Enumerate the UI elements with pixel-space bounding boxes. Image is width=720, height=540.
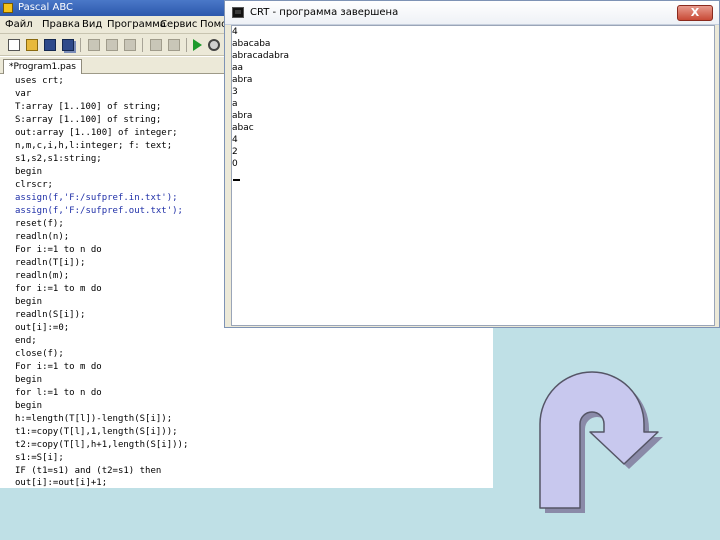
redo-icon[interactable] bbox=[168, 39, 180, 51]
code-line: readln(m); bbox=[15, 271, 70, 281]
menu-service[interactable]: Сервис bbox=[160, 16, 197, 34]
output-line: abra bbox=[232, 111, 253, 121]
output-line: 0 bbox=[232, 159, 238, 169]
save-icon[interactable] bbox=[44, 39, 56, 51]
code-line: begin bbox=[15, 297, 43, 307]
crt-title: CRT - программа завершена bbox=[250, 7, 399, 18]
code-line: For i:=1 to n do bbox=[15, 245, 102, 255]
tab-program1[interactable]: *Program1.pas bbox=[3, 59, 82, 74]
code-line: var bbox=[15, 89, 32, 99]
close-button[interactable]: X bbox=[677, 5, 713, 21]
crt-window: CRT - программа завершена X 4 abacaba ab… bbox=[224, 0, 720, 328]
code-line: begin bbox=[15, 401, 43, 411]
code-line: s1:=S[i]; bbox=[15, 453, 64, 463]
code-line: h:=length(T[l])-length(S[i]); bbox=[15, 414, 173, 424]
text-cursor bbox=[233, 179, 240, 181]
undo-icon[interactable] bbox=[150, 39, 162, 51]
crt-title-bar: CRT - программа завершена X bbox=[225, 1, 719, 25]
code-line: out[i]:=out[i]+1; bbox=[15, 478, 108, 488]
new-file-icon[interactable] bbox=[8, 39, 20, 51]
output-line: aa bbox=[232, 63, 244, 73]
code-line: close(f); bbox=[15, 349, 64, 359]
output-line: 4 bbox=[232, 135, 238, 145]
menu-view[interactable]: Вид bbox=[82, 16, 102, 34]
code-line: clrscr; bbox=[15, 180, 53, 190]
code-line: out:array [1..100] of integer; bbox=[15, 128, 178, 138]
output-line: abacaba bbox=[232, 39, 271, 49]
code-line: for l:=1 to n do bbox=[15, 388, 102, 398]
console-window-icon bbox=[232, 7, 244, 18]
toolbar-separator bbox=[80, 38, 81, 52]
menu-edit[interactable]: Правка bbox=[42, 16, 80, 34]
menu-program[interactable]: Программа bbox=[107, 16, 166, 34]
code-line: for i:=1 to m do bbox=[15, 284, 102, 294]
code-line: n,m,c,i,h,l:integer; f: text; bbox=[15, 141, 173, 151]
pascal-app-icon bbox=[3, 3, 13, 13]
code-line: t2:=copy(T[l],h+1,length(S[i])); bbox=[15, 440, 189, 450]
ide-title: Pascal ABC bbox=[18, 2, 74, 13]
code-line: assign(f,'F:/sufpref.out.txt'); bbox=[15, 206, 183, 216]
output-line: 4 bbox=[232, 27, 238, 37]
code-line: out[i]:=0; bbox=[15, 323, 70, 333]
code-line: end; bbox=[15, 336, 37, 346]
code-line: For i:=1 to m do bbox=[15, 362, 102, 372]
code-line: readln(n); bbox=[15, 232, 70, 242]
output-line: 3 bbox=[232, 87, 238, 97]
stop-icon[interactable] bbox=[208, 39, 220, 51]
crt-console-output[interactable]: 4 abacaba abracadabra aa abra 3 a abra a… bbox=[231, 25, 715, 326]
output-line: a bbox=[232, 99, 238, 109]
code-line: begin bbox=[15, 375, 43, 385]
toolbar-separator bbox=[142, 38, 143, 52]
code-line: reset(f); bbox=[15, 219, 64, 229]
output-line: abracadabra bbox=[232, 51, 290, 61]
code-line: readln(T[i]); bbox=[15, 258, 86, 268]
code-line: T:array [1..100] of string; bbox=[15, 102, 162, 112]
save-all-icon[interactable] bbox=[62, 39, 74, 51]
open-file-icon[interactable] bbox=[26, 39, 38, 51]
code-line: assign(f,'F:/sufpref.in.txt'); bbox=[15, 193, 178, 203]
code-line: s1,s2,s1:string; bbox=[15, 154, 102, 164]
code-line: uses crt; bbox=[15, 76, 64, 86]
code-line: S:array [1..100] of string; bbox=[15, 115, 162, 125]
u-turn-arrow-icon[interactable] bbox=[530, 360, 690, 520]
menu-file[interactable]: Файл bbox=[5, 16, 33, 34]
code-line: readln(S[i]); bbox=[15, 310, 86, 320]
paste-icon[interactable] bbox=[124, 39, 136, 51]
output-line: 2 bbox=[232, 147, 238, 157]
run-icon[interactable] bbox=[193, 39, 202, 51]
code-line: t1:=copy(T[l],1,length(S[i])); bbox=[15, 427, 178, 437]
output-line: abac bbox=[232, 123, 254, 133]
code-line: begin bbox=[15, 167, 43, 177]
copy-icon[interactable] bbox=[106, 39, 118, 51]
cut-icon[interactable] bbox=[88, 39, 100, 51]
toolbar-separator bbox=[186, 38, 187, 52]
output-line: abra bbox=[232, 75, 253, 85]
